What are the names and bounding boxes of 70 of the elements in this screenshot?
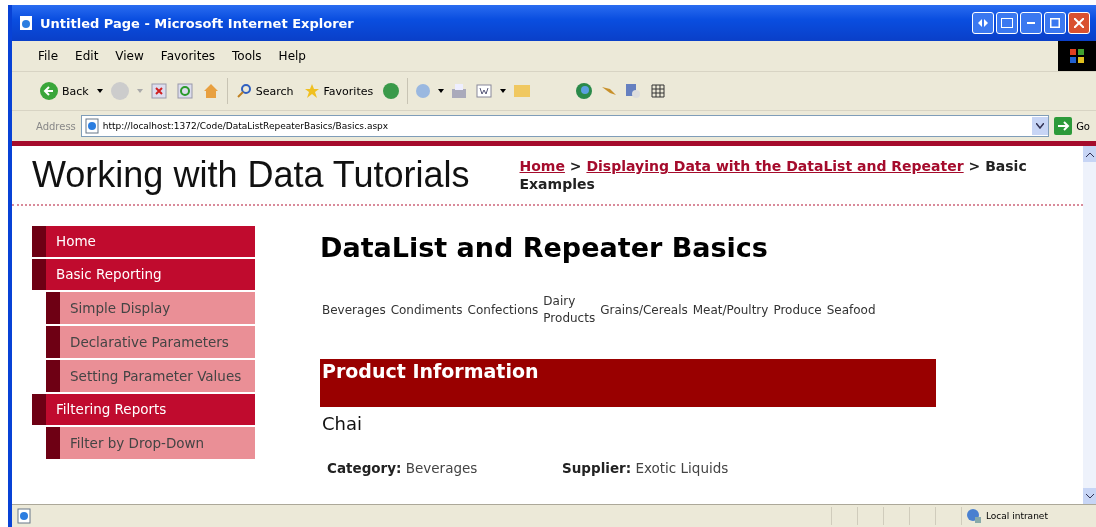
back-button[interactable]: Back (38, 79, 91, 103)
home-icon (202, 83, 219, 99)
windows-logo-icon (1058, 41, 1096, 71)
window-icon (1001, 18, 1013, 28)
star-icon (303, 83, 320, 99)
dropdown-button[interactable] (1032, 117, 1049, 135)
minimize-button[interactable] (1020, 12, 1042, 34)
grid-icon (650, 83, 667, 99)
product-field: Category: Beverages (327, 460, 562, 476)
go-button[interactable]: Go (1054, 117, 1090, 135)
favorites-button[interactable]: Favorites (301, 79, 376, 103)
maximize-button[interactable] (1044, 12, 1066, 34)
window-title: Untitled Page - Microsoft Internet Explorer (40, 15, 355, 31)
scrollbar[interactable] (1083, 146, 1096, 504)
category-link[interactable]: Grains/Cereals (600, 301, 688, 319)
category-link[interactable]: Beverages (322, 301, 386, 319)
close-icon (1074, 18, 1084, 28)
menu-item[interactable]: Edit (75, 49, 99, 63)
sidebar-item[interactable]: Basic Reporting (32, 259, 255, 290)
globe-icon (576, 83, 593, 99)
zone-label: Local intranet (986, 511, 1048, 521)
breadcrumb-link[interactable]: Home (519, 158, 565, 174)
stop-icon (150, 83, 167, 99)
printer-icon (452, 84, 467, 98)
close-button[interactable] (1068, 12, 1090, 34)
folder-icon (514, 85, 531, 97)
page-heading: DataList and Repeater Basics (320, 232, 768, 263)
menu-item[interactable]: Favorites (160, 49, 216, 63)
search-icon (235, 83, 252, 99)
arrows-button[interactable] (972, 12, 994, 34)
category-link[interactable]: Meat/Poultry (692, 301, 769, 319)
arrows-icon (978, 19, 988, 27)
refresh-icon (176, 83, 193, 99)
site-title: Working with Data Tutorials (32, 154, 470, 196)
sidebar-item[interactable]: Filtering Reports (32, 394, 255, 425)
chevron-icon (1036, 123, 1045, 129)
caret-icon (96, 89, 103, 93)
switch-button[interactable] (996, 12, 1018, 34)
menu-item[interactable]: Help (278, 49, 306, 63)
browser-page-icon (18, 15, 34, 31)
minimize-icon (1027, 22, 1035, 24)
breadcrumb: Home > Displaying Data with the DataList and Repeater > Basic Examples (519, 157, 1028, 193)
breadcrumb-link[interactable]: Displaying Data with the DataList and Repeater (586, 158, 964, 174)
category-link[interactable]: Condiments (390, 301, 463, 319)
sidebar-item[interactable]: Home (32, 226, 255, 257)
document-icon (476, 83, 493, 99)
menu-item[interactable]: File (38, 49, 59, 63)
network-icon (966, 508, 982, 524)
sidebar-subitem[interactable]: Filter by Drop-Down (46, 427, 255, 459)
sidebar-subitem[interactable]: Declarative Parameters (46, 326, 255, 358)
section-title: Product Information (322, 360, 539, 382)
category-link[interactable]: Seafood (826, 301, 876, 319)
caret-icon (500, 89, 507, 93)
category-link[interactable]: Confections (467, 301, 539, 319)
category-link[interactable]: Produce (773, 301, 822, 319)
sidebar-subitem[interactable]: Setting Parameter Values (46, 360, 255, 392)
address-label: Address (36, 120, 76, 132)
caret-icon (438, 89, 445, 93)
search-button[interactable]: Search (233, 79, 296, 103)
product-field: Supplier: Exotic Liquids (562, 460, 797, 476)
caret-icon (136, 89, 143, 93)
menu-item[interactable]: Tools (232, 49, 262, 63)
menu-item[interactable]: View (115, 49, 144, 63)
page-icon (16, 508, 32, 524)
sidebar-subitem[interactable]: Simple Display (46, 292, 255, 324)
maximize-icon (1050, 18, 1060, 28)
category-link[interactable]: Dairy Products (543, 293, 596, 327)
page-icon (83, 118, 100, 134)
address-field[interactable]: http://localhost:1372/Code/DataListRepeaterBasics/Basics.aspx (80, 115, 1050, 137)
product-name: Chai (322, 413, 362, 434)
